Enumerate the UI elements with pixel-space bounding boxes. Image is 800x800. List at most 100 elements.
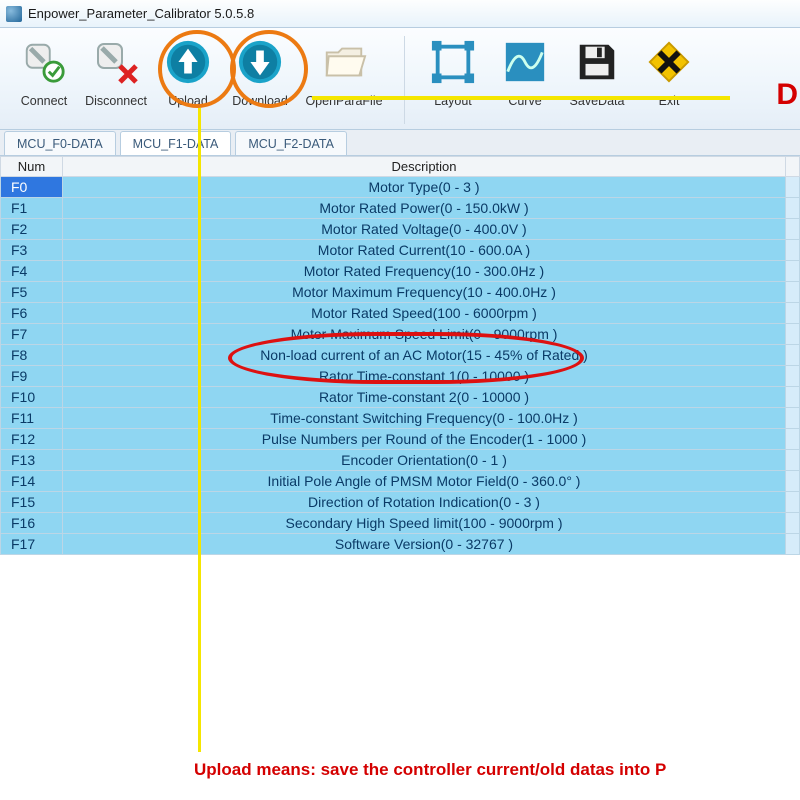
table-row[interactable]: F9Rator Time-constant 1(0 - 10000 ): [1, 366, 800, 387]
cell-extra: [786, 219, 800, 240]
download-icon: [236, 38, 284, 86]
exit-icon: [645, 38, 693, 86]
cell-num[interactable]: F11: [1, 408, 63, 429]
openparafile-button[interactable]: OpenParaFile: [296, 34, 392, 108]
column-header-description[interactable]: Description: [63, 157, 786, 177]
table-row[interactable]: F0Motor Type(0 - 3 ): [1, 177, 800, 198]
cell-num[interactable]: F7: [1, 324, 63, 345]
cell-num[interactable]: F3: [1, 240, 63, 261]
cell-description[interactable]: Secondary High Speed limit(100 - 9000rpm…: [63, 513, 786, 534]
cell-description[interactable]: Pulse Numbers per Round of the Encoder(1…: [63, 429, 786, 450]
cell-num[interactable]: F5: [1, 282, 63, 303]
tab-mcu-f1-data[interactable]: MCU_F1-DATA: [120, 131, 232, 155]
table-row[interactable]: F5Motor Maximum Frequency(10 - 400.0Hz ): [1, 282, 800, 303]
cell-description[interactable]: Non-load current of an AC Motor(15 - 45%…: [63, 345, 786, 366]
download-button[interactable]: Download: [224, 34, 296, 108]
cell-num[interactable]: F9: [1, 366, 63, 387]
cell-num[interactable]: F12: [1, 429, 63, 450]
cell-num[interactable]: F16: [1, 513, 63, 534]
table-row[interactable]: F11Time-constant Switching Frequency(0 -…: [1, 408, 800, 429]
curve-label: Curve: [508, 94, 541, 108]
upload-button[interactable]: Upload: [152, 34, 224, 108]
folder-icon: [320, 38, 368, 86]
cell-description[interactable]: Direction of Rotation Indication(0 - 3 ): [63, 492, 786, 513]
cell-num[interactable]: F8: [1, 345, 63, 366]
table-row[interactable]: F16Secondary High Speed limit(100 - 9000…: [1, 513, 800, 534]
cell-num[interactable]: F2: [1, 219, 63, 240]
cell-description[interactable]: Time-constant Switching Frequency(0 - 10…: [63, 408, 786, 429]
cell-num[interactable]: F13: [1, 450, 63, 471]
disconnect-button[interactable]: Disconnect: [80, 34, 152, 108]
cell-num[interactable]: F6: [1, 303, 63, 324]
table-row[interactable]: F14Initial Pole Angle of PMSM Motor Fiel…: [1, 471, 800, 492]
table-row[interactable]: F12Pulse Numbers per Round of the Encode…: [1, 429, 800, 450]
cell-num[interactable]: F0: [1, 177, 63, 198]
cell-extra: [786, 387, 800, 408]
cell-extra: [786, 513, 800, 534]
tab-mcu-f2-data[interactable]: MCU_F2-DATA: [235, 131, 347, 155]
cell-extra: [786, 534, 800, 555]
upload-icon: [164, 38, 212, 86]
toolbar-separator: [404, 36, 405, 124]
floppy-icon: [573, 38, 621, 86]
cell-description[interactable]: Motor Type(0 - 3 ): [63, 177, 786, 198]
cell-extra: [786, 471, 800, 492]
table-row[interactable]: F13Encoder Orientation(0 - 1 ): [1, 450, 800, 471]
cell-num[interactable]: F17: [1, 534, 63, 555]
exit-button[interactable]: Exit: [633, 34, 705, 108]
cell-description[interactable]: Motor Rated Frequency(10 - 300.0Hz ): [63, 261, 786, 282]
cell-num[interactable]: F15: [1, 492, 63, 513]
table-row[interactable]: F15Direction of Rotation Indication(0 - …: [1, 492, 800, 513]
openparafile-label: OpenParaFile: [305, 94, 382, 108]
cell-description[interactable]: Software Version(0 - 32767 ): [63, 534, 786, 555]
cell-extra: [786, 282, 800, 303]
table-row[interactable]: F17Software Version(0 - 32767 ): [1, 534, 800, 555]
cell-extra: [786, 345, 800, 366]
cell-num[interactable]: F10: [1, 387, 63, 408]
main-toolbar: Connect Disconnect Upload Download: [0, 28, 800, 130]
layout-icon: [429, 38, 477, 86]
cell-num[interactable]: F4: [1, 261, 63, 282]
window-titlebar: Enpower_Parameter_Calibrator 5.0.5.8: [0, 0, 800, 28]
cell-description[interactable]: Motor Rated Power(0 - 150.0kW ): [63, 198, 786, 219]
tab-mcu-f0-data[interactable]: MCU_F0-DATA: [4, 131, 116, 155]
curve-button[interactable]: Curve: [489, 34, 561, 108]
table-row[interactable]: F8Non-load current of an AC Motor(15 - 4…: [1, 345, 800, 366]
upload-label: Upload: [168, 94, 208, 108]
cell-extra: [786, 324, 800, 345]
column-header-extra: [786, 157, 800, 177]
table-row[interactable]: F2Motor Rated Voltage(0 - 400.0V ): [1, 219, 800, 240]
cell-description[interactable]: Motor Maximum Speed Limit(0 - 9000rpm ): [63, 324, 786, 345]
disconnect-label: Disconnect: [85, 94, 147, 108]
table-row[interactable]: F3Motor Rated Current(10 - 600.0A ): [1, 240, 800, 261]
table-row[interactable]: F7Motor Maximum Speed Limit(0 - 9000rpm …: [1, 324, 800, 345]
cell-extra: [786, 261, 800, 282]
cell-description[interactable]: Rator Time-constant 2(0 - 10000 ): [63, 387, 786, 408]
cell-description[interactable]: Motor Maximum Frequency(10 - 400.0Hz ): [63, 282, 786, 303]
plug-cross-icon: [92, 38, 140, 86]
connect-label: Connect: [21, 94, 68, 108]
table-row[interactable]: F4Motor Rated Frequency(10 - 300.0Hz ): [1, 261, 800, 282]
cell-description[interactable]: Initial Pole Angle of PMSM Motor Field(0…: [63, 471, 786, 492]
cell-description[interactable]: Rator Time-constant 1(0 - 10000 ): [63, 366, 786, 387]
connect-button[interactable]: Connect: [8, 34, 80, 108]
cell-description[interactable]: Motor Rated Current(10 - 600.0A ): [63, 240, 786, 261]
parameter-table[interactable]: Num Description F0Motor Type(0 - 3 )F1Mo…: [0, 156, 800, 555]
savedata-button[interactable]: SaveData: [561, 34, 633, 108]
cell-extra: [786, 177, 800, 198]
cell-description[interactable]: Motor Rated Speed(100 - 6000rpm ): [63, 303, 786, 324]
exit-label: Exit: [659, 94, 680, 108]
cell-extra: [786, 366, 800, 387]
table-row[interactable]: F6Motor Rated Speed(100 - 6000rpm ): [1, 303, 800, 324]
cell-description[interactable]: Encoder Orientation(0 - 1 ): [63, 450, 786, 471]
column-header-num[interactable]: Num: [1, 157, 63, 177]
table-row[interactable]: F1Motor Rated Power(0 - 150.0kW ): [1, 198, 800, 219]
layout-button[interactable]: Layout: [417, 34, 489, 108]
cell-extra: [786, 303, 800, 324]
cell-num[interactable]: F1: [1, 198, 63, 219]
cell-num[interactable]: F14: [1, 471, 63, 492]
cell-extra: [786, 450, 800, 471]
savedata-label: SaveData: [570, 94, 625, 108]
table-row[interactable]: F10Rator Time-constant 2(0 - 10000 ): [1, 387, 800, 408]
cell-description[interactable]: Motor Rated Voltage(0 - 400.0V ): [63, 219, 786, 240]
